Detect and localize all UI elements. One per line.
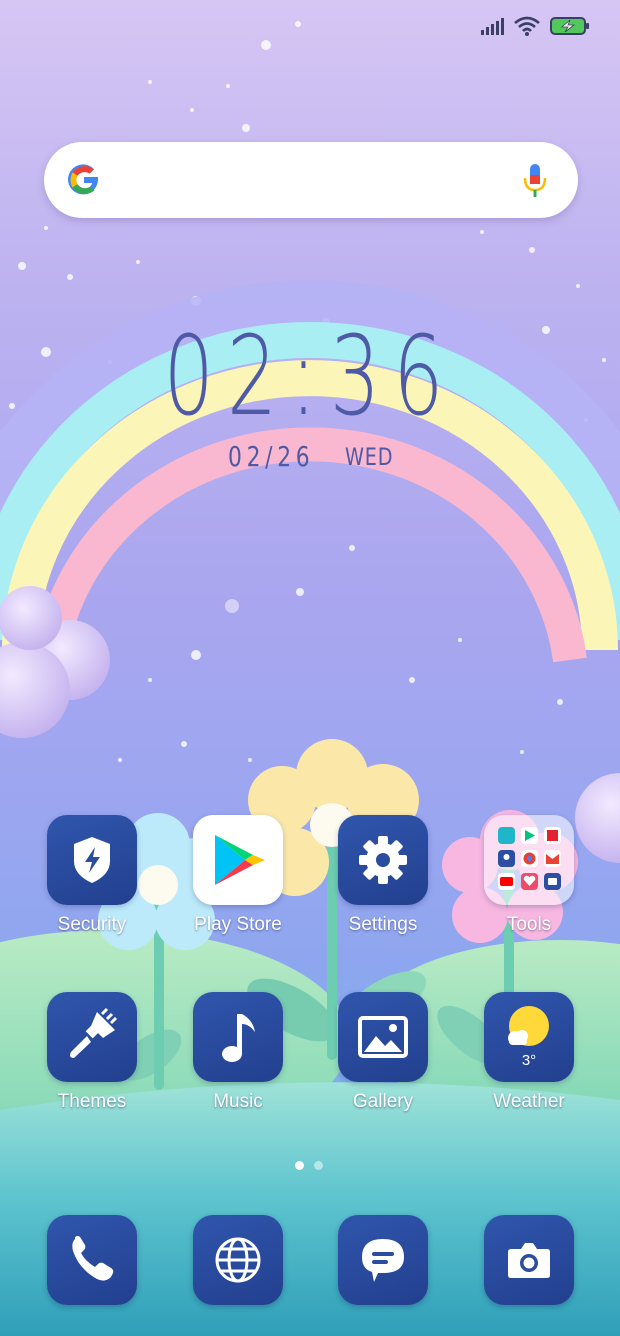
- app-themes[interactable]: Themes: [32, 992, 152, 1132]
- play-store-icon: [193, 815, 283, 905]
- battery-charging-icon: [550, 16, 590, 41]
- app-label: Themes: [57, 1091, 127, 1112]
- app-music[interactable]: Music: [178, 992, 298, 1132]
- paintbrush-icon: [47, 992, 137, 1082]
- dock-camera[interactable]: [484, 1215, 574, 1305]
- shield-bolt-icon: [47, 815, 137, 905]
- music-note-icon: [193, 992, 283, 1082]
- folder-icon: [484, 815, 574, 905]
- app-label: Weather: [493, 1091, 565, 1112]
- app-label: Tools: [506, 914, 552, 935]
- dock-browser[interactable]: [193, 1215, 283, 1305]
- clock-time[interactable]: 02:36: [87, 312, 533, 440]
- signal-icon: [480, 17, 504, 40]
- app-weather[interactable]: 3° Weather: [469, 992, 589, 1132]
- app-label: Play Store: [194, 914, 282, 935]
- phone-icon: [72, 1236, 114, 1281]
- search-input[interactable]: [124, 164, 524, 196]
- page-dot-active: [295, 1161, 304, 1170]
- page-indicator: [295, 1161, 323, 1170]
- app-label: Music: [213, 1091, 263, 1112]
- wifi-icon: [514, 16, 540, 41]
- page-dot: [314, 1161, 323, 1170]
- dock-messages[interactable]: [338, 1215, 428, 1305]
- weekday-text: WED: [344, 443, 394, 471]
- clock-date[interactable]: 02/26 WED: [228, 440, 405, 473]
- gear-icon: [338, 815, 428, 905]
- app-label: Gallery: [352, 1091, 414, 1112]
- dock-phone[interactable]: [47, 1215, 137, 1305]
- globe-icon: [215, 1237, 261, 1283]
- google-search-bar[interactable]: [44, 142, 578, 218]
- app-label: Security: [57, 914, 127, 935]
- google-g-icon: [64, 160, 104, 200]
- app-label: Settings: [348, 914, 418, 935]
- message-icon: [362, 1239, 404, 1282]
- app-gallery[interactable]: Gallery: [323, 992, 443, 1132]
- microphone-icon[interactable]: [522, 160, 548, 200]
- app-security[interactable]: Security: [32, 815, 152, 955]
- app-tools-folder[interactable]: Tools: [469, 815, 589, 955]
- app-play-store[interactable]: Play Store: [178, 815, 298, 955]
- camera-icon: [508, 1243, 550, 1278]
- weather-temperature: 3°: [521, 1052, 537, 1069]
- app-settings[interactable]: Settings: [323, 815, 443, 955]
- status-bar: [480, 16, 590, 41]
- image-icon: [338, 992, 428, 1082]
- date-text: 02/26: [228, 440, 315, 473]
- sun-cloud-icon: 3°: [484, 992, 574, 1082]
